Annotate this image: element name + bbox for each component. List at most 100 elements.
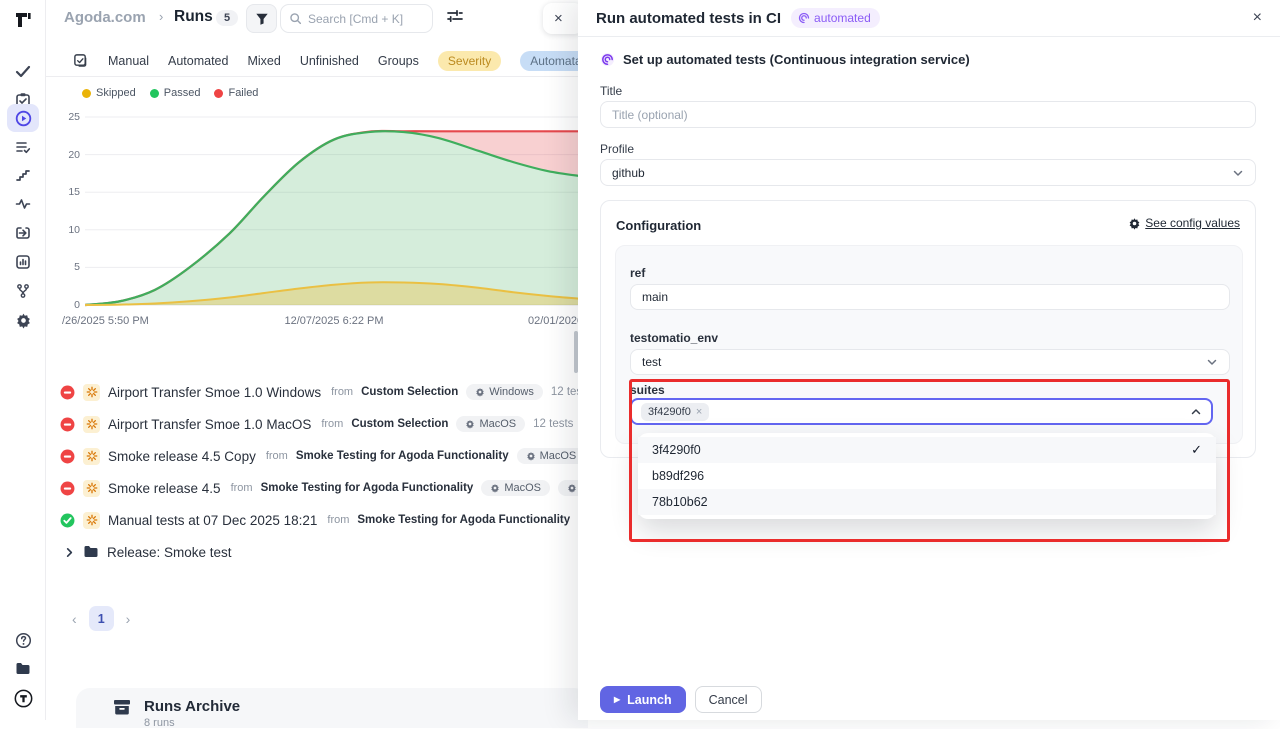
- gear-icon: [567, 483, 577, 493]
- sidebar-item-projects[interactable]: [7, 655, 39, 683]
- scheduled-run-icon: [83, 448, 100, 465]
- run-title: Airport Transfer Smoe 1.0 MacOS: [108, 417, 311, 432]
- search-input[interactable]: [308, 12, 418, 26]
- tab-unfinished[interactable]: Unfinished: [300, 54, 359, 68]
- legend-dot: [82, 89, 91, 98]
- setup-heading: Set up automated tests (Continuous integ…: [623, 52, 970, 67]
- breadcrumb-project[interactable]: Agoda.com: [64, 9, 146, 26]
- legend-failed: Failed: [214, 87, 258, 99]
- panel-close-button[interactable]: ×: [543, 3, 583, 34]
- runs-trend-chart: SkippedPassedFailed 0510152025 /26/2025 …: [60, 85, 620, 335]
- next-page-button[interactable]: ›: [126, 611, 131, 627]
- folder-title: Release: Smoke test: [107, 545, 232, 560]
- filter-button[interactable]: [246, 4, 277, 33]
- cancel-button[interactable]: Cancel: [695, 686, 762, 713]
- analytics-icon: [15, 254, 31, 270]
- ref-input[interactable]: [630, 284, 1230, 310]
- gear-icon: [526, 451, 536, 461]
- launch-button[interactable]: ▶ Launch: [600, 686, 686, 713]
- pulse-icon: [15, 196, 31, 212]
- run-title: Smoke release 4.5: [108, 481, 221, 496]
- list-check-icon: [15, 139, 31, 155]
- title-label: Title: [600, 84, 622, 98]
- env-label: testomatio_env: [630, 331, 718, 345]
- drawer-header: Run automated tests in CI automated ×: [578, 0, 1280, 37]
- circle-t-logo-icon: [14, 689, 33, 708]
- run-row[interactable]: Manual tests at 07 Dec 2025 18:21fromSmo…: [60, 504, 620, 536]
- tab-mixed[interactable]: Mixed: [247, 54, 280, 68]
- tune-icon: [446, 7, 464, 25]
- run-row[interactable]: Smoke release 4.5 CopyfromSmoke Testing …: [60, 440, 620, 472]
- suites-option-3f4290f0[interactable]: 3f4290f0✓: [638, 437, 1216, 463]
- run-row[interactable]: Airport Transfer Smoe 1.0 WindowsfromCus…: [60, 376, 620, 408]
- runs-count-badge: 5: [216, 10, 238, 26]
- chart-legend: SkippedPassedFailed: [82, 87, 258, 99]
- area-chart: [85, 110, 595, 310]
- chevron-right-icon[interactable]: [64, 547, 75, 558]
- chevron-up-icon: [1190, 406, 1202, 418]
- legend-skipped: Skipped: [82, 87, 136, 99]
- pagination: ‹ 1 ›: [72, 606, 130, 631]
- suites-option-78b10b62[interactable]: 78b10b62: [638, 489, 1216, 515]
- current-page[interactable]: 1: [89, 606, 114, 631]
- run-from: from: [327, 514, 349, 526]
- remove-tag-icon[interactable]: ×: [696, 406, 702, 418]
- prev-page-button[interactable]: ‹: [72, 611, 77, 627]
- suites-multiselect[interactable]: 3f4290f0 ×: [630, 398, 1213, 425]
- sidebar-item-settings[interactable]: [7, 306, 39, 334]
- run-row[interactable]: Airport Transfer Smoe 1.0 MacOSfromCusto…: [60, 408, 620, 440]
- env-select[interactable]: test: [630, 349, 1230, 375]
- breadcrumb-separator: ›: [159, 9, 163, 24]
- tab-groups[interactable]: Groups: [378, 54, 419, 68]
- runs-archive-card[interactable]: Runs Archive 8 runs: [76, 688, 588, 728]
- y-tick: 15: [60, 186, 80, 198]
- sidebar-item-tests[interactable]: [7, 57, 39, 85]
- sidebar-item-branches[interactable]: [7, 277, 39, 305]
- run-from: from: [231, 482, 253, 494]
- tab-automated[interactable]: Automated: [168, 54, 228, 68]
- run-source: Smoke Testing for Agoda Functionality: [261, 482, 474, 494]
- setup-heading-row: Set up automated tests (Continuous integ…: [600, 52, 970, 67]
- sidebar-item-milestones[interactable]: [7, 161, 39, 189]
- failed-status-icon: [60, 385, 75, 400]
- y-tick: 5: [60, 261, 80, 273]
- run-row[interactable]: Smoke release 4.5 from Smoke Testing for A…: [60, 472, 620, 504]
- tab-manual[interactable]: Manual: [108, 54, 149, 68]
- title-input[interactable]: [600, 101, 1256, 128]
- select-runs-icon[interactable]: [73, 53, 88, 68]
- run-tests-count: 12 tests: [533, 418, 573, 430]
- y-tick: 10: [60, 224, 80, 236]
- play-circle-icon: [15, 110, 32, 127]
- suites-option-b89df296[interactable]: b89df296: [638, 463, 1216, 489]
- y-tick: 0: [60, 299, 80, 311]
- run-row[interactable]: Release: Smoke test: [60, 536, 620, 568]
- tab-severity[interactable]: Severity: [438, 51, 501, 71]
- scheduled-run-icon: [83, 384, 100, 401]
- platform-badge: MacOS: [481, 480, 550, 496]
- search-box[interactable]: [280, 4, 433, 33]
- view-options-button[interactable]: [446, 7, 464, 30]
- sidebar-item-plans[interactable]: [7, 133, 39, 161]
- sidebar-item-runs[interactable]: [7, 104, 39, 132]
- y-tick: 25: [60, 111, 80, 123]
- run-automated-tests-drawer: Run automated tests in CI automated × Se…: [578, 0, 1280, 720]
- logo-t-icon: [13, 10, 33, 30]
- configuration-fields: ref testomatio_env test suites 3f4290f0 …: [615, 245, 1243, 444]
- scheduled-run-icon: [83, 512, 100, 529]
- profile-select[interactable]: github: [600, 159, 1256, 186]
- ref-label: ref: [630, 266, 645, 280]
- passed-status-icon: [60, 513, 75, 528]
- suites-label: suites: [630, 383, 665, 397]
- legend-dot: [150, 89, 159, 98]
- app-logo[interactable]: [7, 6, 39, 34]
- gear-icon: [15, 312, 32, 329]
- run-title: Smoke release 4.5 Copy: [108, 449, 256, 464]
- sidebar-item-account[interactable]: [7, 684, 39, 712]
- sidebar-item-help[interactable]: [7, 626, 39, 654]
- sidebar-item-import[interactable]: [7, 219, 39, 247]
- sidebar-item-analytics[interactable]: [7, 248, 39, 276]
- run-title: Airport Transfer Smoe 1.0 Windows: [108, 385, 321, 400]
- see-config-values-link[interactable]: See config values: [1128, 216, 1240, 230]
- drawer-close-button[interactable]: ×: [1253, 10, 1262, 26]
- sidebar-item-pulse[interactable]: [7, 190, 39, 218]
